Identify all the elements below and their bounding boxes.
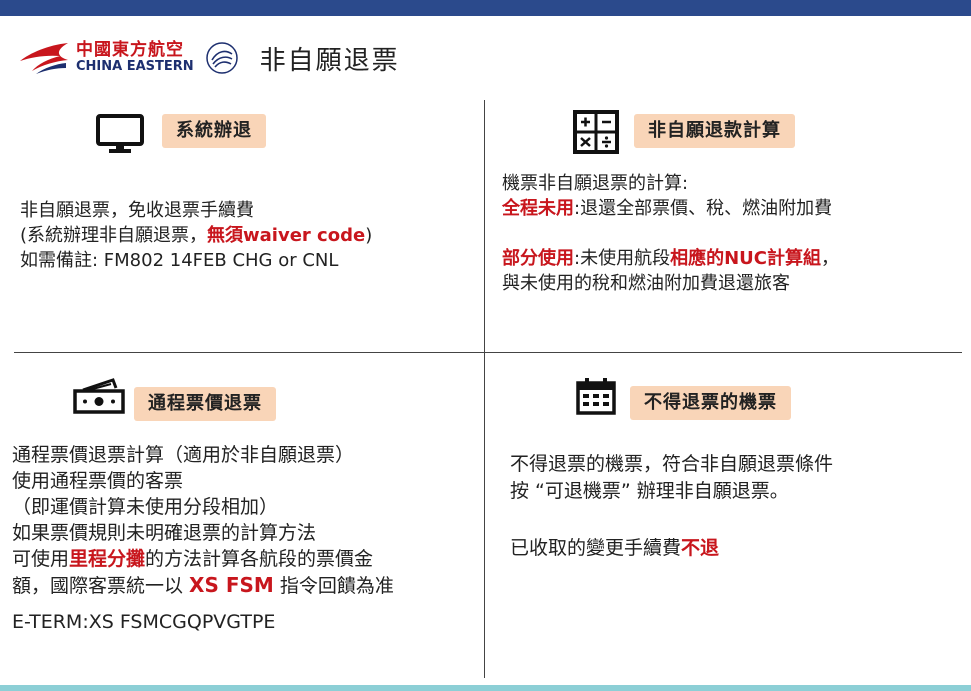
q2-spacer	[502, 221, 839, 246]
q4-text: 不得退票的機票，符合非自願退票條件 按 “可退機票” 辦理非自願退票。 已收取的…	[510, 451, 833, 562]
q2-line2-b: :退還全部票價、稅、燃油附加費	[574, 198, 833, 219]
calendar-icon	[576, 378, 616, 415]
q2-line3-b: :未使用航段	[574, 248, 671, 269]
brand-name: 中國東方航空 CHINA EASTERN	[76, 40, 194, 75]
q3-line6-a: 額，國際客票統一以	[12, 575, 190, 597]
q3-text: 通程票價退票計算（適用於非自願退票） 使用通程票價的客票 （即運價計算未使用分段…	[12, 442, 394, 635]
brand-name-cn: 中國東方航空	[76, 40, 184, 61]
q4-line3: 已收取的變更手續費不退	[510, 535, 833, 562]
badge-non-refundable: 不得退票的機票	[630, 386, 791, 420]
q2-line1: 機票非自願退票的計算:	[502, 173, 689, 194]
q3-line5-a: 可使用	[12, 548, 70, 570]
q1-line2: (系統辦理非自願退票，無須waiver code)	[20, 223, 372, 248]
q2-line3-c: 相應的NUC計算組	[670, 248, 821, 269]
q2-line3-a: 部分使用	[502, 248, 574, 269]
page-title: 非自願退票	[259, 45, 400, 76]
q1-line3: 如需備註: FM802 14FEB CHG or CNL	[20, 250, 339, 271]
q3-line7: E-TERM:XS FSMCGQPVGTPE	[12, 611, 276, 633]
q3-line1: 通程票價退票計算（適用於非自願退票）	[12, 444, 355, 466]
calculator-icon	[573, 110, 619, 154]
q3-line2: 使用通程票價的客票	[12, 470, 184, 492]
q2-line3: 部分使用:未使用航段相應的NUC計算組，	[502, 246, 839, 271]
q1-line2-b: 無須waiver code	[207, 225, 366, 246]
q4-spacer	[510, 505, 833, 535]
skyteam-icon	[205, 42, 238, 74]
bottom-bar	[0, 685, 971, 691]
q1-line2-c: )	[365, 225, 373, 246]
vertical-divider	[484, 100, 485, 678]
q3-line3: （即運價計算未使用分段相加）	[12, 496, 279, 518]
q3-line6-b: XS FSM	[189, 573, 274, 597]
q1-text: 非自願退票，免收退票手續費 (系統辦理非自願退票，無須waiver code) …	[20, 198, 372, 273]
q2-line4: 與未使用的稅和燃油附加費退還旅客	[502, 273, 790, 294]
q2-text: 機票非自願退票的計算: 全程未用:退還全部票價、稅、燃油附加費 部分使用:未使用…	[502, 171, 839, 296]
badge-through-fare-refund: 通程票價退票	[134, 387, 276, 421]
q4-line1: 不得退票的機票，符合非自願退票條件	[510, 453, 834, 475]
top-bar	[0, 0, 971, 16]
horizontal-divider	[14, 352, 962, 353]
q3-line6-c: 指令回饋為准	[273, 575, 394, 597]
q3-line4: 如果票價規則未明確退票的計算方法	[12, 522, 317, 544]
q3-line6: 額，國際客票統一以 XS FSM 指令回饋為准	[12, 572, 394, 599]
monitor-icon	[96, 114, 144, 153]
badge-refund-calculation: 非自願退款計算	[634, 114, 795, 148]
q1-line1: 非自願退票，免收退票手續費	[20, 200, 254, 221]
q2-line2: 全程未用:退還全部票價、稅、燃油附加費	[502, 196, 839, 221]
q3-line5-c: 的方法計算各航段的票價金	[145, 548, 374, 570]
q1-line2-a: (系統辦理非自願退票，	[20, 225, 208, 246]
header: 中國東方航空 CHINA EASTERN 非自願退票	[18, 30, 400, 86]
q2-line2-a: 全程未用	[502, 198, 574, 219]
q3-line5-b: 里程分攤	[69, 548, 146, 570]
cash-icon	[73, 378, 125, 414]
q4-line3-a: 已收取的變更手續費	[510, 537, 682, 559]
q4-line2: 按 “可退機票” 辦理非自願退票。	[510, 480, 789, 502]
q3-line5: 可使用里程分攤的方法計算各航段的票價金	[12, 546, 394, 572]
badge-system-refund: 系統辦退	[162, 114, 266, 148]
q2-line3-d: ，	[820, 248, 839, 269]
china-eastern-logo-icon	[20, 43, 68, 74]
brand-name-en: CHINA EASTERN	[76, 59, 194, 75]
q4-line3-b: 不退	[681, 537, 720, 559]
